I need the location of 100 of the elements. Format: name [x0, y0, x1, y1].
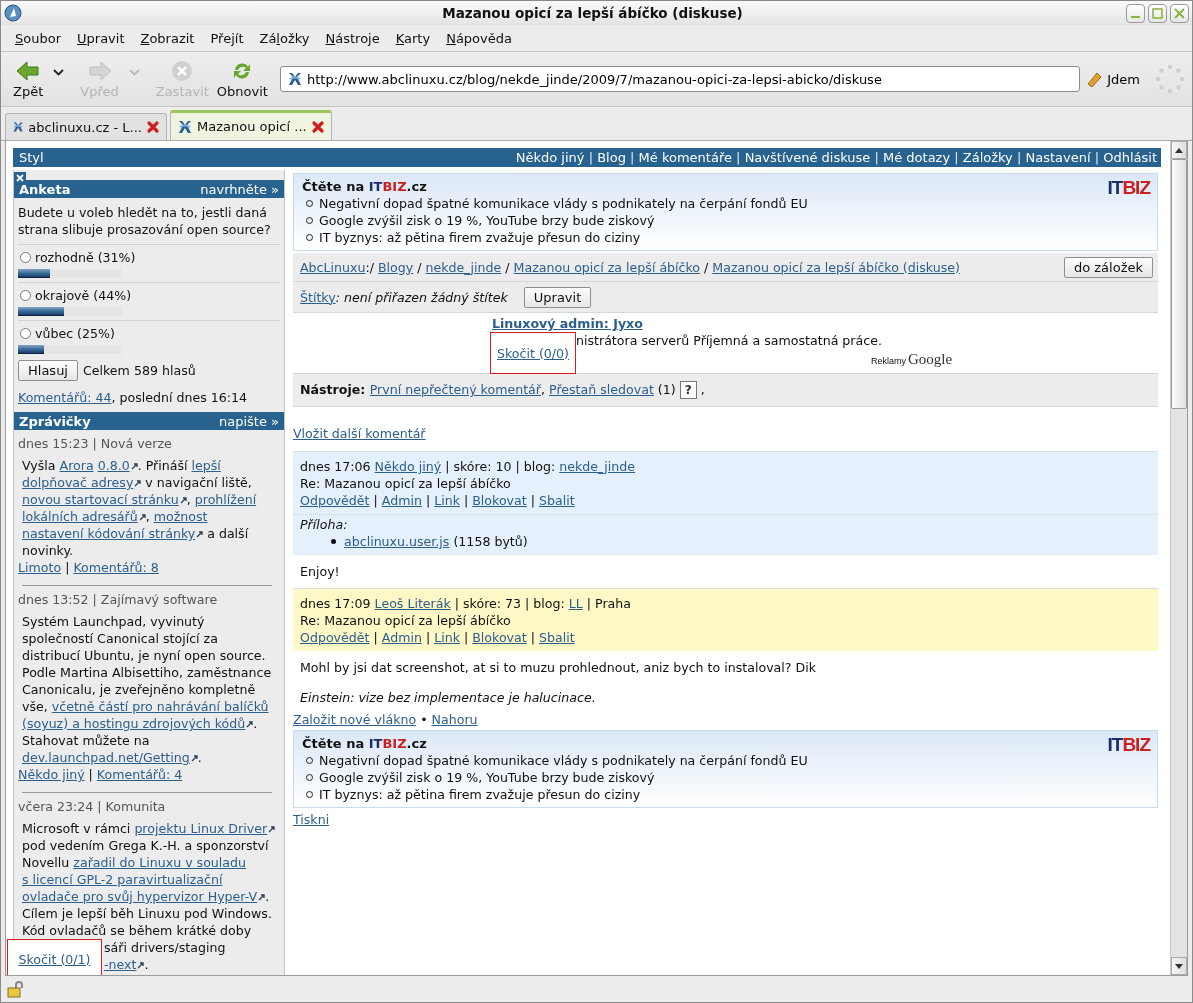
link[interactable]: Mé komentáře [638, 150, 732, 165]
link[interactable]: zařadil do Linuxu v souladu [73, 855, 247, 870]
headline-link[interactable]: Google zvýšil zisk o 19 %, YouTube brzy bude ziskový [319, 769, 655, 786]
link[interactable]: dolpňovač adresy [22, 475, 142, 490]
scrollbar-thumb[interactable] [1171, 159, 1187, 409]
link[interactable]: AbcLinuxu [300, 259, 366, 275]
vote-button[interactable]: Hlasuj [18, 360, 78, 381]
link[interactable]: včetně částí pro nahrávání balíčků [51, 699, 269, 714]
link[interactable]: Někdo jiný [18, 767, 85, 782]
headline-link[interactable]: IT byznys: až pětina firem zvažuje přesun do ciziny [319, 229, 641, 246]
link[interactable]: Nahoru [431, 712, 478, 727]
headline-link[interactable]: IT byznys: až pětina firem zvažuje přesun do ciziny [319, 786, 641, 803]
link[interactable]: s licencí GPL-2 paravirtualizační [22, 872, 223, 887]
suggest-link[interactable]: navrhněte » [200, 181, 279, 197]
link[interactable]: Leoš Literák [374, 596, 451, 611]
link[interactable]: nastavení kódování stránky [22, 526, 204, 541]
tab[interactable]: Mazanou opicí ... [170, 110, 332, 140]
radio-button[interactable] [20, 290, 31, 301]
link[interactable]: Založit nové vlákno [293, 712, 417, 727]
link[interactable]: První nepřečtený komentář [369, 382, 541, 397]
headline-link[interactable]: Negativní dopad špatné komunikace vlády s podnikately na čerpání fondů EU [319, 195, 808, 212]
link[interactable]: Link [434, 630, 460, 645]
headline-link[interactable]: Google zvýšil zisk o 19 %, YouTube brzy bude ziskový [319, 212, 655, 229]
link[interactable]: Arora [59, 458, 94, 473]
link[interactable]: novou startovací stránku [22, 492, 187, 507]
add-comment-link[interactable]: Vložit další komentář [293, 426, 426, 441]
scroll-down-button[interactable] [1171, 957, 1187, 975]
close-tab-icon[interactable] [311, 119, 325, 134]
link[interactable]: nekde_jinde [559, 459, 635, 474]
link[interactable]: Mazanou opicí za lepší ábíčko [513, 259, 701, 275]
jump-link[interactable]: Skočit (0/0) [490, 332, 576, 374]
link[interactable]: Link [434, 493, 460, 508]
close-tab-icon[interactable] [146, 120, 160, 134]
menu-item[interactable]: Zobrazit [132, 30, 203, 46]
menu-item[interactable]: Soubor [7, 30, 69, 46]
address-field[interactable]: http://www.abclinuxu.cz/blog/nekde_jinde/2009/7/mazanou-opici-za-lepsi-abicko/diskuse [279, 66, 1081, 92]
link[interactable]: Mé dotazy [883, 150, 951, 165]
link[interactable]: Odhlásit [1103, 150, 1157, 165]
menu-item[interactable]: Nástroje [317, 30, 388, 46]
link[interactable]: Blokovat [472, 630, 527, 645]
menu-item[interactable]: Přejít [202, 30, 252, 46]
bookmark-button[interactable]: do záložek [1063, 256, 1153, 278]
poll-option[interactable]: rozhodně (31%) [18, 249, 280, 266]
link[interactable]: lokálních adresářů [22, 509, 146, 524]
print-link[interactable]: Tiskni [293, 812, 330, 827]
link[interactable]: Odpovědět [300, 630, 370, 645]
link[interactable]: Mazanou opicí za lepší ábíčko (diskuse) [712, 259, 960, 275]
link[interactable]: Sbalit [538, 493, 575, 508]
link[interactable]: Blogy [377, 259, 414, 275]
link[interactable]: LL [568, 596, 583, 611]
link[interactable]: 0.8.0 [97, 458, 138, 473]
menu-item[interactable]: Karty [387, 30, 439, 46]
scroll-up-button[interactable] [1171, 141, 1187, 159]
link[interactable]: -next [104, 957, 145, 972]
reload-button[interactable]: Obnovit [212, 59, 272, 99]
link[interactable]: Někdo jiný [374, 459, 442, 474]
file-link[interactable]: abclinuxu.user.js [344, 534, 450, 549]
maximize-button[interactable] [1148, 3, 1167, 23]
headline-link[interactable]: Negativní dopad špatné komunikace vlády s podnikately na čerpání fondů EU [319, 752, 808, 769]
jump-link[interactable]: Skočit (0/1) [7, 939, 102, 975]
link[interactable]: Komentářů: 8 [73, 560, 159, 575]
link[interactable]: Komentářů: 44 [18, 390, 112, 405]
menu-item[interactable]: Nápověda [438, 30, 520, 46]
edit-button[interactable]: Upravit [523, 286, 592, 308]
close-button[interactable] [1170, 3, 1189, 23]
poll-option[interactable]: vůbec (25%) [18, 325, 280, 342]
scrollbar[interactable] [1170, 141, 1187, 975]
link[interactable]: Komentářů: 4 [96, 767, 183, 782]
tab[interactable]: abclinuxu.cz - L... [5, 113, 167, 140]
close-icon[interactable] [14, 172, 26, 184]
link[interactable]: Limoto [18, 560, 62, 575]
radio-button[interactable] [20, 252, 31, 263]
link[interactable]: prohlížení [194, 492, 257, 507]
link[interactable]: nekde_jinde [425, 259, 502, 275]
menu-item[interactable]: Upravit [69, 30, 133, 46]
go-button[interactable]: Jdem [1086, 70, 1140, 88]
write-link[interactable]: napište » [218, 413, 279, 429]
ad-title[interactable]: Linuxový admin: Jyxo [492, 316, 643, 331]
link[interactable]: ovladače pro svůj hypervizor Hyper-V [22, 889, 266, 904]
link[interactable]: Záložky [962, 150, 1013, 165]
link[interactable]: (soyuz) a hostingu zdrojových kódů [22, 716, 254, 731]
link[interactable]: Štítky [300, 289, 336, 305]
menu-item[interactable]: Záložky [251, 30, 318, 46]
link[interactable]: projektu Linux Driver [134, 821, 276, 836]
link[interactable]: Blokovat [472, 493, 527, 508]
back-button[interactable]: Zpět [9, 59, 48, 99]
minimize-button[interactable] [1126, 3, 1145, 23]
link[interactable]: Admin [381, 493, 422, 508]
link[interactable]: Nastavení [1025, 150, 1091, 165]
link[interactable]: Sbalit [538, 630, 575, 645]
link[interactable]: lepší [191, 458, 221, 473]
link[interactable]: Přestaň sledovat [549, 382, 654, 397]
link[interactable]: Navštívené diskuse [744, 150, 871, 165]
poll-option[interactable]: okrajově (44%) [18, 287, 280, 304]
link[interactable]: Někdo jiný [515, 150, 585, 165]
help-button[interactable]: ? [679, 381, 697, 399]
link[interactable]: Odpovědět [300, 493, 370, 508]
radio-button[interactable] [20, 328, 31, 339]
link[interactable]: Admin [381, 630, 422, 645]
link[interactable]: možnost [153, 509, 208, 524]
